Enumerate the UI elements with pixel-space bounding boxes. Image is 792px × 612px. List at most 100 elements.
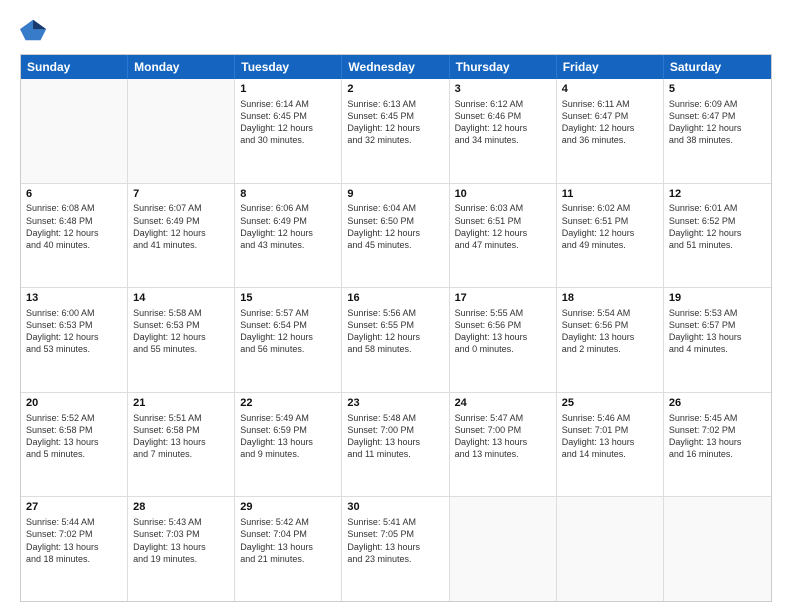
calendar-cell: 25Sunrise: 5:46 AM Sunset: 7:01 PM Dayli… bbox=[557, 393, 664, 497]
calendar-cell: 18Sunrise: 5:54 AM Sunset: 6:56 PM Dayli… bbox=[557, 288, 664, 392]
calendar-row-2: 6Sunrise: 6:08 AM Sunset: 6:48 PM Daylig… bbox=[21, 184, 771, 289]
day-number: 19 bbox=[669, 291, 766, 306]
calendar: SundayMondayTuesdayWednesdayThursdayFrid… bbox=[20, 54, 772, 602]
day-number: 4 bbox=[562, 82, 658, 97]
day-number: 25 bbox=[562, 396, 658, 411]
day-number: 5 bbox=[669, 82, 766, 97]
calendar-cell: 29Sunrise: 5:42 AM Sunset: 7:04 PM Dayli… bbox=[235, 497, 342, 601]
day-number: 9 bbox=[347, 187, 443, 202]
day-number: 27 bbox=[26, 500, 122, 515]
calendar-cell: 28Sunrise: 5:43 AM Sunset: 7:03 PM Dayli… bbox=[128, 497, 235, 601]
calendar-cell: 17Sunrise: 5:55 AM Sunset: 6:56 PM Dayli… bbox=[450, 288, 557, 392]
cell-text: Sunrise: 5:41 AM Sunset: 7:05 PM Dayligh… bbox=[347, 516, 443, 565]
weekday-header-saturday: Saturday bbox=[664, 55, 771, 79]
page: SundayMondayTuesdayWednesdayThursdayFrid… bbox=[0, 0, 792, 612]
cell-text: Sunrise: 6:08 AM Sunset: 6:48 PM Dayligh… bbox=[26, 202, 122, 251]
cell-text: Sunrise: 6:07 AM Sunset: 6:49 PM Dayligh… bbox=[133, 202, 229, 251]
cell-text: Sunrise: 5:53 AM Sunset: 6:57 PM Dayligh… bbox=[669, 307, 766, 356]
calendar-row-1: 1Sunrise: 6:14 AM Sunset: 6:45 PM Daylig… bbox=[21, 79, 771, 184]
cell-text: Sunrise: 6:00 AM Sunset: 6:53 PM Dayligh… bbox=[26, 307, 122, 356]
calendar-cell: 5Sunrise: 6:09 AM Sunset: 6:47 PM Daylig… bbox=[664, 79, 771, 183]
day-number: 1 bbox=[240, 82, 336, 97]
day-number: 8 bbox=[240, 187, 336, 202]
calendar-cell: 27Sunrise: 5:44 AM Sunset: 7:02 PM Dayli… bbox=[21, 497, 128, 601]
calendar-cell: 11Sunrise: 6:02 AM Sunset: 6:51 PM Dayli… bbox=[557, 184, 664, 288]
day-number: 7 bbox=[133, 187, 229, 202]
day-number: 3 bbox=[455, 82, 551, 97]
calendar-body: 1Sunrise: 6:14 AM Sunset: 6:45 PM Daylig… bbox=[21, 79, 771, 601]
cell-text: Sunrise: 5:44 AM Sunset: 7:02 PM Dayligh… bbox=[26, 516, 122, 565]
cell-text: Sunrise: 6:09 AM Sunset: 6:47 PM Dayligh… bbox=[669, 98, 766, 147]
cell-text: Sunrise: 5:49 AM Sunset: 6:59 PM Dayligh… bbox=[240, 412, 336, 461]
cell-text: Sunrise: 5:45 AM Sunset: 7:02 PM Dayligh… bbox=[669, 412, 766, 461]
cell-text: Sunrise: 5:47 AM Sunset: 7:00 PM Dayligh… bbox=[455, 412, 551, 461]
cell-text: Sunrise: 5:56 AM Sunset: 6:55 PM Dayligh… bbox=[347, 307, 443, 356]
cell-text: Sunrise: 6:13 AM Sunset: 6:45 PM Dayligh… bbox=[347, 98, 443, 147]
calendar-cell: 9Sunrise: 6:04 AM Sunset: 6:50 PM Daylig… bbox=[342, 184, 449, 288]
calendar-cell: 23Sunrise: 5:48 AM Sunset: 7:00 PM Dayli… bbox=[342, 393, 449, 497]
weekday-header-wednesday: Wednesday bbox=[342, 55, 449, 79]
cell-text: Sunrise: 5:54 AM Sunset: 6:56 PM Dayligh… bbox=[562, 307, 658, 356]
header bbox=[20, 16, 772, 44]
cell-text: Sunrise: 5:52 AM Sunset: 6:58 PM Dayligh… bbox=[26, 412, 122, 461]
calendar-cell: 15Sunrise: 5:57 AM Sunset: 6:54 PM Dayli… bbox=[235, 288, 342, 392]
calendar-cell: 1Sunrise: 6:14 AM Sunset: 6:45 PM Daylig… bbox=[235, 79, 342, 183]
day-number: 22 bbox=[240, 396, 336, 411]
calendar-cell: 20Sunrise: 5:52 AM Sunset: 6:58 PM Dayli… bbox=[21, 393, 128, 497]
day-number: 15 bbox=[240, 291, 336, 306]
calendar-cell: 19Sunrise: 5:53 AM Sunset: 6:57 PM Dayli… bbox=[664, 288, 771, 392]
day-number: 12 bbox=[669, 187, 766, 202]
day-number: 23 bbox=[347, 396, 443, 411]
calendar-cell bbox=[21, 79, 128, 183]
calendar-cell: 22Sunrise: 5:49 AM Sunset: 6:59 PM Dayli… bbox=[235, 393, 342, 497]
calendar-cell: 3Sunrise: 6:12 AM Sunset: 6:46 PM Daylig… bbox=[450, 79, 557, 183]
cell-text: Sunrise: 6:14 AM Sunset: 6:45 PM Dayligh… bbox=[240, 98, 336, 147]
calendar-row-5: 27Sunrise: 5:44 AM Sunset: 7:02 PM Dayli… bbox=[21, 497, 771, 601]
calendar-cell: 8Sunrise: 6:06 AM Sunset: 6:49 PM Daylig… bbox=[235, 184, 342, 288]
calendar-cell: 13Sunrise: 6:00 AM Sunset: 6:53 PM Dayli… bbox=[21, 288, 128, 392]
calendar-cell: 12Sunrise: 6:01 AM Sunset: 6:52 PM Dayli… bbox=[664, 184, 771, 288]
weekday-header-friday: Friday bbox=[557, 55, 664, 79]
cell-text: Sunrise: 6:02 AM Sunset: 6:51 PM Dayligh… bbox=[562, 202, 658, 251]
day-number: 30 bbox=[347, 500, 443, 515]
day-number: 24 bbox=[455, 396, 551, 411]
calendar-row-3: 13Sunrise: 6:00 AM Sunset: 6:53 PM Dayli… bbox=[21, 288, 771, 393]
day-number: 16 bbox=[347, 291, 443, 306]
calendar-cell: 6Sunrise: 6:08 AM Sunset: 6:48 PM Daylig… bbox=[21, 184, 128, 288]
calendar-header-row: SundayMondayTuesdayWednesdayThursdayFrid… bbox=[21, 55, 771, 79]
weekday-header-tuesday: Tuesday bbox=[235, 55, 342, 79]
day-number: 18 bbox=[562, 291, 658, 306]
day-number: 14 bbox=[133, 291, 229, 306]
weekday-header-monday: Monday bbox=[128, 55, 235, 79]
day-number: 20 bbox=[26, 396, 122, 411]
day-number: 17 bbox=[455, 291, 551, 306]
day-number: 2 bbox=[347, 82, 443, 97]
cell-text: Sunrise: 5:55 AM Sunset: 6:56 PM Dayligh… bbox=[455, 307, 551, 356]
day-number: 29 bbox=[240, 500, 336, 515]
weekday-header-sunday: Sunday bbox=[21, 55, 128, 79]
cell-text: Sunrise: 6:04 AM Sunset: 6:50 PM Dayligh… bbox=[347, 202, 443, 251]
logo-icon bbox=[20, 16, 48, 44]
cell-text: Sunrise: 6:01 AM Sunset: 6:52 PM Dayligh… bbox=[669, 202, 766, 251]
calendar-cell: 14Sunrise: 5:58 AM Sunset: 6:53 PM Dayli… bbox=[128, 288, 235, 392]
calendar-cell bbox=[450, 497, 557, 601]
day-number: 11 bbox=[562, 187, 658, 202]
calendar-cell: 24Sunrise: 5:47 AM Sunset: 7:00 PM Dayli… bbox=[450, 393, 557, 497]
cell-text: Sunrise: 5:58 AM Sunset: 6:53 PM Dayligh… bbox=[133, 307, 229, 356]
day-number: 26 bbox=[669, 396, 766, 411]
calendar-cell: 4Sunrise: 6:11 AM Sunset: 6:47 PM Daylig… bbox=[557, 79, 664, 183]
cell-text: Sunrise: 5:48 AM Sunset: 7:00 PM Dayligh… bbox=[347, 412, 443, 461]
cell-text: Sunrise: 6:12 AM Sunset: 6:46 PM Dayligh… bbox=[455, 98, 551, 147]
calendar-cell bbox=[128, 79, 235, 183]
cell-text: Sunrise: 5:42 AM Sunset: 7:04 PM Dayligh… bbox=[240, 516, 336, 565]
cell-text: Sunrise: 6:11 AM Sunset: 6:47 PM Dayligh… bbox=[562, 98, 658, 147]
day-number: 13 bbox=[26, 291, 122, 306]
calendar-cell: 30Sunrise: 5:41 AM Sunset: 7:05 PM Dayli… bbox=[342, 497, 449, 601]
calendar-cell bbox=[664, 497, 771, 601]
calendar-cell bbox=[557, 497, 664, 601]
logo bbox=[20, 16, 50, 44]
day-number: 6 bbox=[26, 187, 122, 202]
cell-text: Sunrise: 5:46 AM Sunset: 7:01 PM Dayligh… bbox=[562, 412, 658, 461]
calendar-cell: 7Sunrise: 6:07 AM Sunset: 6:49 PM Daylig… bbox=[128, 184, 235, 288]
calendar-cell: 21Sunrise: 5:51 AM Sunset: 6:58 PM Dayli… bbox=[128, 393, 235, 497]
